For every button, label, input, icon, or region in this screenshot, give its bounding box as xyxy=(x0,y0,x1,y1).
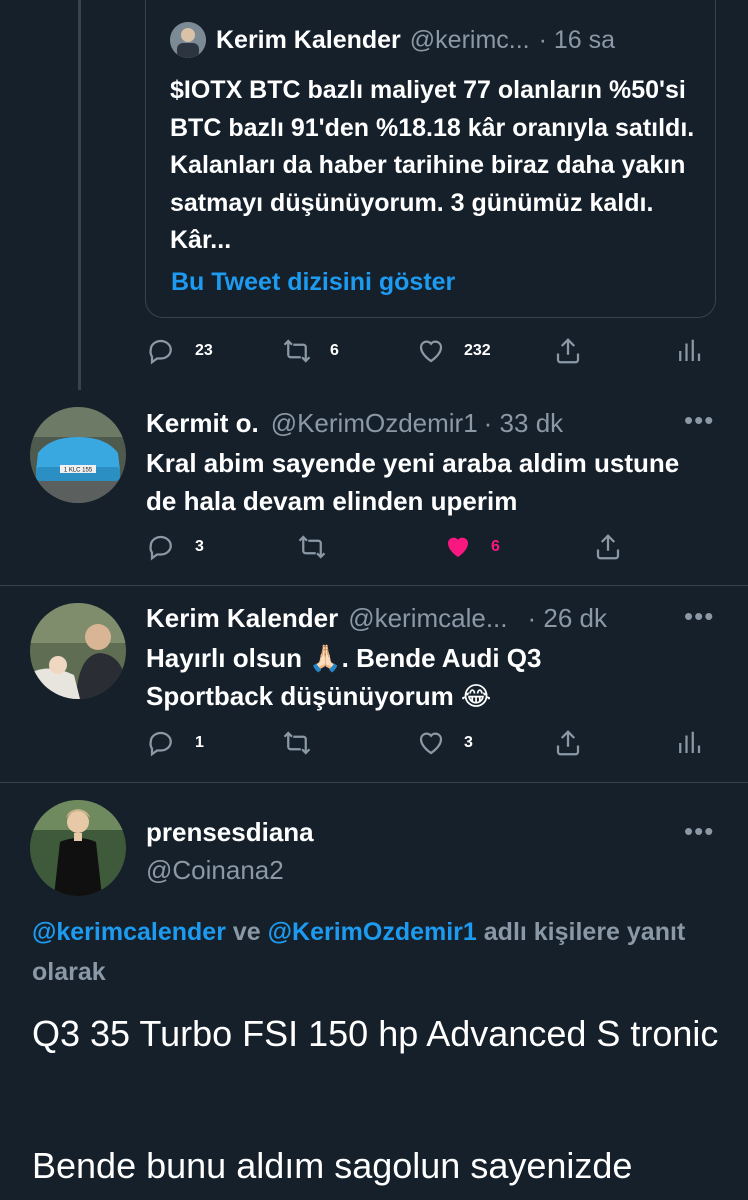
like-button[interactable]: 3 xyxy=(416,728,473,758)
retweet-icon xyxy=(283,731,311,755)
like-count: 6 xyxy=(491,538,500,555)
mention-link[interactable]: @KerimOzdemir1 xyxy=(268,918,477,946)
tweet-time: · 33 dk xyxy=(483,408,564,438)
divider xyxy=(0,782,748,783)
like-count: 3 xyxy=(464,734,473,751)
share-button[interactable] xyxy=(553,728,583,758)
reply-count: 23 xyxy=(195,342,213,359)
license-plate: 1 KLC 155 xyxy=(64,468,93,474)
reply2-header: Kerim Kalender @kerimcale... · 26 dk xyxy=(146,603,607,634)
retweet-button[interactable]: 6 xyxy=(282,336,339,366)
mention-link[interactable]: @kerimcalender xyxy=(32,918,226,946)
more-icon[interactable]: ••• xyxy=(684,601,714,632)
like-count: 232 xyxy=(464,342,491,359)
author-handle: @kerimc... xyxy=(409,25,530,54)
author-name[interactable]: Kerim Kalender xyxy=(146,603,338,634)
reply-button[interactable]: 3 xyxy=(147,532,204,562)
reply-icon xyxy=(149,731,172,757)
reply-count: 3 xyxy=(195,538,204,555)
reply2-text: Hayırlı olsun 🙏🏻. Bende Audi Q3 Sportbac… xyxy=(146,643,542,711)
retweet-icon xyxy=(298,535,326,559)
author-handle: @Coinana2 xyxy=(146,855,284,885)
analytics-button[interactable] xyxy=(674,336,704,366)
share-icon xyxy=(596,534,620,560)
reply-button[interactable]: 23 xyxy=(147,336,213,366)
tweet-text-line2: Bende bunu aldım sagolun sayenizde xyxy=(32,1145,633,1186)
reply-to-line: @kerimcalender ve @KerimOzdemir1 adlı ki… xyxy=(32,912,712,992)
show-thread-link[interactable]: Bu Tweet dizisini göster xyxy=(171,268,455,297)
reply-button[interactable]: 1 xyxy=(147,728,204,758)
reply-count: 1 xyxy=(195,734,204,751)
like-icon xyxy=(419,732,443,755)
quoted-tweet-header: Kerim Kalender @kerimc... · 16 sa xyxy=(170,22,615,58)
retweet-count: 6 xyxy=(330,342,339,359)
like-icon xyxy=(419,340,443,363)
avatar[interactable]: 1 KLC 155 xyxy=(30,407,126,503)
avatar xyxy=(170,22,206,58)
analytics-button[interactable] xyxy=(674,728,704,758)
avatar[interactable] xyxy=(30,603,126,699)
reply1-header: Kermit o. @KerimOzdemir1 · 33 dk xyxy=(146,408,563,439)
quoted-tweet-text: $IOTX BTC bazlı maliyet 77 olanların %50… xyxy=(170,76,695,254)
reply-icon xyxy=(149,339,172,365)
tweet-time: · 16 sa xyxy=(538,25,616,54)
author-name[interactable]: prensesdiana xyxy=(146,817,314,848)
like-button-active[interactable]: 6 xyxy=(443,532,500,562)
analytics-icon xyxy=(679,339,701,361)
share-icon xyxy=(556,730,580,756)
more-icon[interactable]: ••• xyxy=(684,816,714,847)
retweet-icon xyxy=(283,339,311,363)
retweet-button[interactable] xyxy=(282,728,312,758)
share-button[interactable] xyxy=(593,532,623,562)
author-name[interactable]: Kerim Kalender xyxy=(216,26,401,55)
analytics-icon xyxy=(679,731,701,753)
reply1-text: Kral abim sayende yeni araba aldim ustun… xyxy=(146,448,680,516)
like-button[interactable]: 232 xyxy=(416,336,491,366)
author-handle: @kerimcale... xyxy=(348,603,508,633)
author-name[interactable]: Kermit o. xyxy=(146,408,259,439)
reply-icon xyxy=(149,535,172,561)
divider xyxy=(0,585,748,586)
share-button[interactable] xyxy=(553,336,583,366)
reply-to-connector: ve xyxy=(232,918,261,946)
like-icon-filled xyxy=(448,537,468,557)
retweet-button[interactable] xyxy=(297,532,327,562)
avatar[interactable] xyxy=(30,800,126,896)
author-handle: @KerimOzdemir1 xyxy=(270,408,478,438)
share-icon xyxy=(556,338,580,364)
thread-line xyxy=(78,0,81,390)
tweet-text-line1: Q3 35 Turbo FSI 150 hp Advanced S tronic xyxy=(32,1013,719,1054)
tweet-time: · 26 dk xyxy=(527,603,608,633)
more-icon[interactable]: ••• xyxy=(684,405,714,436)
